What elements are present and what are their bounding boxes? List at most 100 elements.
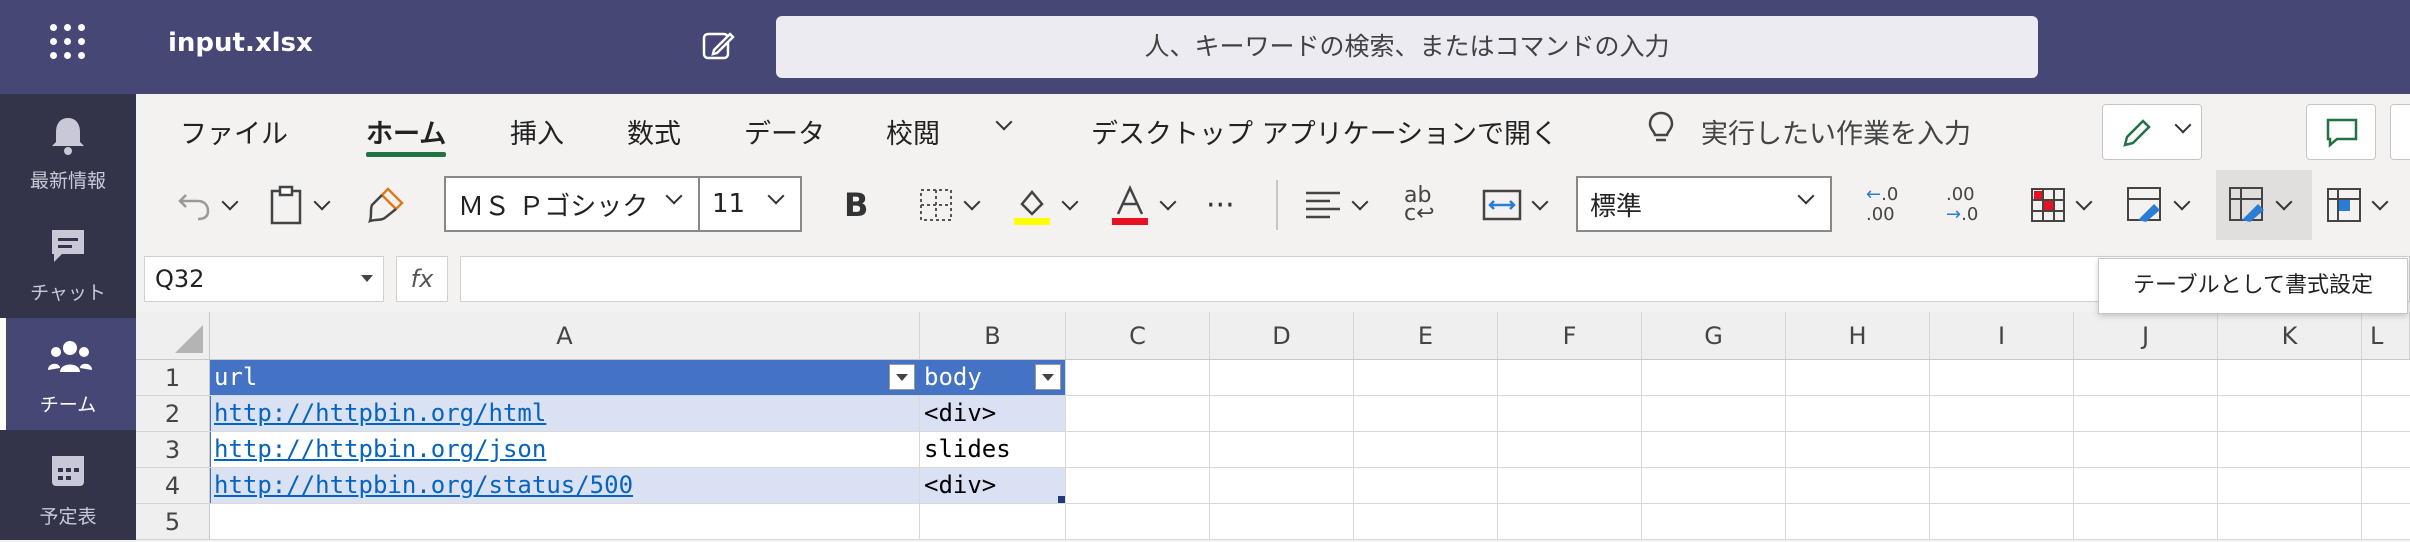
- cell-styles-icon: [2127, 187, 2161, 222]
- share-button[interactable]: [2390, 104, 2410, 160]
- row-header-4[interactable]: 4: [136, 468, 210, 504]
- bold-button[interactable]: B: [844, 180, 868, 230]
- increase-decimal-button[interactable]: ←.0.00: [1866, 180, 1898, 230]
- filter-dropdown-icon[interactable]: [1035, 364, 1061, 390]
- tab-formulas[interactable]: 数式: [627, 112, 681, 151]
- tab-data[interactable]: データ: [744, 112, 825, 151]
- tell-me-input[interactable]: 実行したい作業を入力: [1701, 112, 1971, 151]
- open-desktop-button[interactable]: デスクトップ アプリケーションで開く: [1091, 112, 1558, 151]
- lightbulb-icon: [1646, 110, 1676, 153]
- chevron-down-icon: [1159, 193, 1177, 211]
- number-format-select[interactable]: 標準: [1576, 176, 1832, 232]
- compose-icon[interactable]: [700, 28, 736, 64]
- row-header-1[interactable]: 1: [136, 360, 210, 396]
- cell-styles-button[interactable]: [2126, 180, 2191, 230]
- rail-item-calendar[interactable]: 予定表: [0, 430, 136, 542]
- table-cell-body[interactable]: <div>: [920, 468, 1066, 504]
- insert-cells-icon: [2327, 188, 2361, 222]
- tab-review[interactable]: 校閲: [886, 112, 940, 151]
- number-format-value: 標準: [1590, 191, 1643, 222]
- align-left-icon: [1306, 191, 1340, 219]
- column-header-E[interactable]: E: [1354, 312, 1498, 360]
- chevron-down-icon: [963, 193, 981, 211]
- decrease-decimal-icon: .00 →.0: [1946, 184, 1979, 225]
- format-as-table-button[interactable]: [2216, 170, 2312, 240]
- search-input[interactable]: 人、キーワードの検索、またはコマンドの入力: [776, 16, 2038, 78]
- column-header-F[interactable]: F: [1498, 312, 1642, 360]
- table-resize-handle[interactable]: [1058, 496, 1066, 504]
- font-size-value: 11: [712, 189, 746, 219]
- rail-item-teams[interactable]: チーム: [0, 318, 136, 430]
- column-header-B[interactable]: B: [920, 312, 1066, 360]
- chevron-down-icon: [2174, 116, 2192, 134]
- insert-function-button[interactable]: fx: [396, 256, 448, 302]
- undo-button[interactable]: [176, 180, 239, 230]
- tab-file[interactable]: ファイル: [180, 112, 288, 151]
- editing-mode-button[interactable]: [2102, 104, 2202, 160]
- paste-button[interactable]: [268, 180, 331, 230]
- merge-button[interactable]: [1482, 180, 1549, 230]
- chevron-down-icon: [221, 193, 239, 211]
- empty-cell[interactable]: [210, 504, 920, 540]
- borders-button[interactable]: [918, 180, 981, 230]
- table-cell-url[interactable]: http://httpbin.org/html: [210, 396, 920, 432]
- align-button[interactable]: [1304, 180, 1369, 230]
- fill-color-button[interactable]: [1012, 180, 1079, 230]
- app-launcher-icon[interactable]: [50, 24, 86, 60]
- left-rail: 最新情報 チャット チーム 予定表: [0, 94, 136, 540]
- wrap-text-button[interactable]: ab c↩: [1404, 180, 1435, 230]
- font-size-select[interactable]: 11: [698, 176, 802, 232]
- table-header-cell[interactable]: url: [210, 360, 920, 396]
- column-header-A[interactable]: A: [210, 312, 920, 360]
- format-painter-button[interactable]: [366, 180, 406, 230]
- format-as-table-icon: [2229, 187, 2264, 222]
- tab-home[interactable]: ホーム: [366, 112, 447, 157]
- font-color-button[interactable]: [1110, 180, 1177, 230]
- select-all-button[interactable]: [136, 312, 210, 360]
- column-header-I[interactable]: I: [1930, 312, 2074, 360]
- font-name-select[interactable]: ＭＳ Ｐゴシック: [444, 176, 700, 232]
- column-header-C[interactable]: C: [1066, 312, 1210, 360]
- separator: [1276, 180, 1278, 230]
- insert-cells-button[interactable]: [2326, 180, 2389, 230]
- top-bar: input.xlsx 人、キーワードの検索、またはコマンドの入力: [0, 0, 2410, 94]
- decrease-decimal-button[interactable]: .00 →.0: [1946, 180, 1978, 230]
- column-header-L[interactable]: L: [2362, 312, 2410, 360]
- header-label-body: body: [924, 363, 982, 391]
- table-cell-url[interactable]: http://httpbin.org/status/500: [210, 468, 920, 504]
- chat-icon: [52, 230, 84, 262]
- comments-button[interactable]: [2306, 104, 2376, 160]
- formula-bar: Q32 fx: [136, 250, 2410, 312]
- row-header-3[interactable]: 3: [136, 432, 210, 468]
- conditional-format-button[interactable]: [2030, 180, 2093, 230]
- pencil-icon: [2123, 119, 2151, 147]
- rail-item-chat[interactable]: チャット: [0, 206, 136, 318]
- filter-dropdown-icon[interactable]: [889, 364, 915, 390]
- row-header-2[interactable]: 2: [136, 396, 210, 432]
- conditional-format-icon: [2031, 188, 2065, 222]
- chevron-down-icon: [2371, 193, 2389, 211]
- table-cell-body[interactable]: <div>: [920, 396, 1066, 432]
- empty-cell[interactable]: [920, 504, 1066, 540]
- column-header-G[interactable]: G: [1642, 312, 1786, 360]
- column-header-H[interactable]: H: [1786, 312, 1930, 360]
- column-header-D[interactable]: D: [1210, 312, 1354, 360]
- table-cell-body[interactable]: slides: [920, 432, 1066, 468]
- spreadsheet-grid: A B C D E F G H I J K L 1 2 3 4 5 url bo…: [136, 312, 2410, 540]
- more-tabs-button[interactable]: [986, 104, 1013, 135]
- column-header-J[interactable]: J: [2074, 312, 2218, 360]
- rail-item-label: チャット: [30, 282, 106, 304]
- column-header-K[interactable]: K: [2218, 312, 2362, 360]
- more-font-options-button[interactable]: ···: [1206, 180, 1235, 230]
- name-box[interactable]: Q32: [144, 256, 384, 302]
- borders-icon: [920, 189, 952, 221]
- rail-item-activity[interactable]: 最新情報: [0, 94, 136, 206]
- table-header-cell[interactable]: body: [920, 360, 1066, 396]
- paintbrush-icon: [368, 187, 404, 223]
- font-color-icon: [1112, 185, 1148, 225]
- row-header-5[interactable]: 5: [136, 504, 210, 540]
- table-cell-url[interactable]: http://httpbin.org/json: [210, 432, 920, 468]
- tab-insert[interactable]: 挿入: [510, 112, 564, 151]
- comment-icon: [2326, 118, 2358, 148]
- font-name-value: ＭＳ Ｐゴシック: [458, 191, 649, 222]
